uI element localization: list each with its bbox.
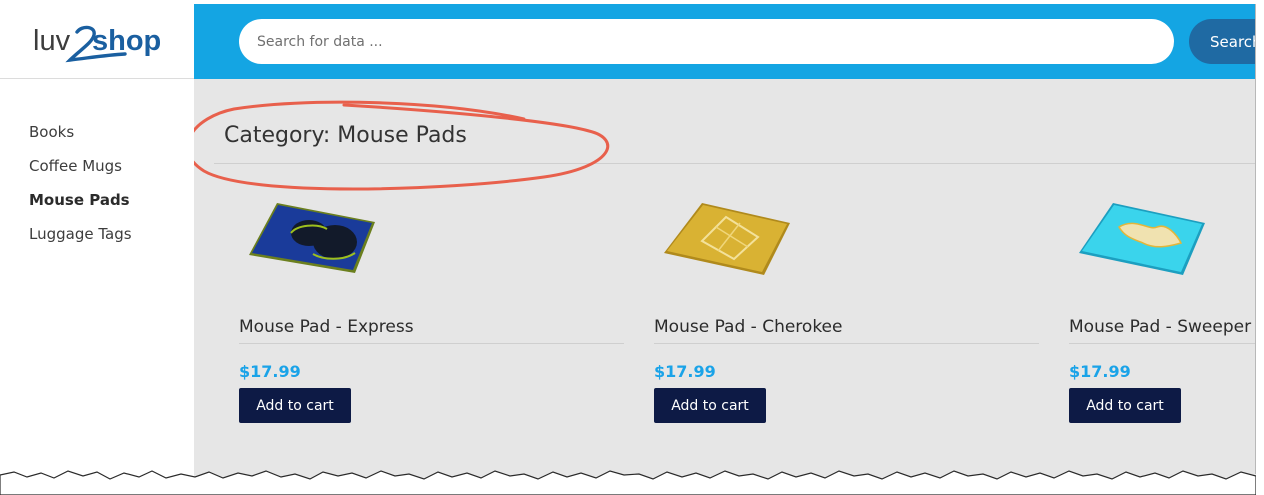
product-price: $17.99 <box>1069 362 1131 381</box>
sidebar-item-mouse-pads[interactable]: Mouse Pads <box>29 190 132 224</box>
product-name[interactable]: Mouse Pad - Cherokee <box>654 317 842 337</box>
add-to-cart-button[interactable]: Add to cart <box>239 388 351 423</box>
search-button[interactable]: Search <box>1189 19 1256 64</box>
card-divider <box>1069 343 1256 344</box>
title-divider <box>214 163 1256 164</box>
logo[interactable]: luv shop <box>0 4 194 79</box>
add-to-cart-button[interactable]: Add to cart <box>654 388 766 423</box>
search-input[interactable] <box>239 19 1174 64</box>
product-price: $17.99 <box>239 362 301 381</box>
top-header: Search <box>194 4 1256 79</box>
sidebar-item-luggage-tags[interactable]: Luggage Tags <box>29 224 132 258</box>
main-content: Category: Mouse Pads Mouse Pad - Express… <box>194 79 1256 495</box>
sidebar-item-books[interactable]: Books <box>29 122 132 156</box>
add-to-cart-button[interactable]: Add to cart <box>1069 388 1181 423</box>
page-title: Category: Mouse Pads <box>224 123 467 148</box>
product-price: $17.99 <box>654 362 716 381</box>
page-edge <box>1256 0 1264 495</box>
mouse-pad-gold-fractal-image[interactable] <box>662 197 792 282</box>
app-frame: luv shop Books Coffee Mugs Mouse Pads Lu… <box>0 4 1256 495</box>
luv2shop-logo-icon: luv shop <box>33 25 161 63</box>
product-name[interactable]: Mouse Pad - Sweeper <box>1069 317 1251 337</box>
svg-text:luv: luv <box>33 25 71 57</box>
card-divider <box>654 343 1039 344</box>
svg-text:shop: shop <box>92 25 161 57</box>
mouse-pad-cyan-fractal-image[interactable] <box>1077 197 1207 282</box>
torn-edge-decoration <box>0 470 1256 495</box>
product-card: Mouse Pad - Sweeper $17.99 Add to cart <box>1069 197 1256 427</box>
product-card: Mouse Pad - Cherokee $17.99 Add to cart <box>654 197 1044 427</box>
product-name[interactable]: Mouse Pad - Express <box>239 317 414 337</box>
sidebar: luv shop Books Coffee Mugs Mouse Pads Lu… <box>0 4 194 495</box>
card-divider <box>239 343 624 344</box>
category-nav: Books Coffee Mugs Mouse Pads Luggage Tag… <box>29 122 132 258</box>
sidebar-item-coffee-mugs[interactable]: Coffee Mugs <box>29 156 132 190</box>
mouse-pad-blue-fractal-image[interactable] <box>247 197 377 282</box>
product-card: Mouse Pad - Express $17.99 Add to cart <box>239 197 629 427</box>
